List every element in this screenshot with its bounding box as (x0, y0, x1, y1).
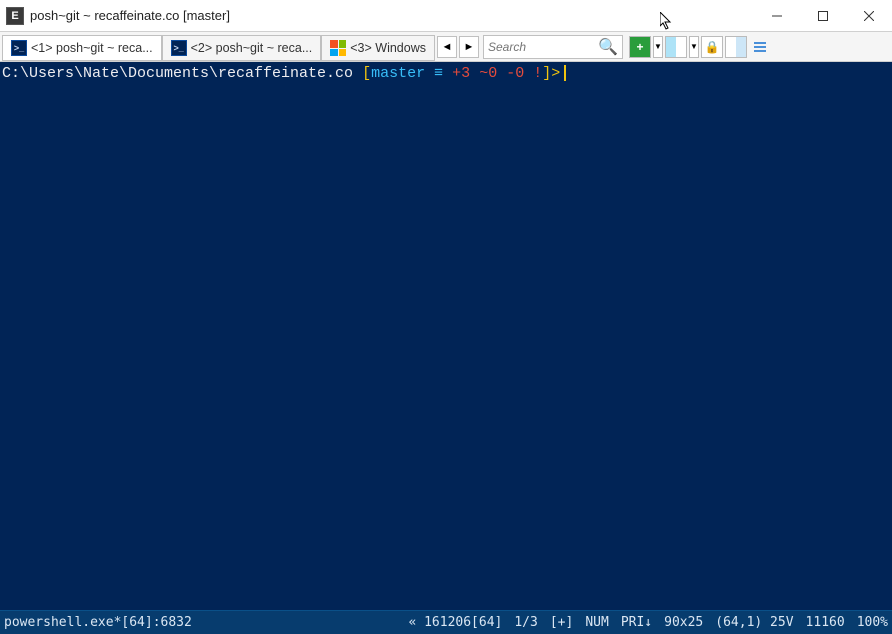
tab-scroll-right[interactable]: ► (459, 36, 479, 58)
tab-label: <2> posh~git ~ reca... (191, 41, 313, 55)
lock-button[interactable]: 🔒 (701, 36, 723, 58)
tab-scroll-left[interactable]: ◄ (437, 36, 457, 58)
status-mem: 11160 (806, 615, 845, 630)
minimize-button[interactable] (754, 0, 800, 31)
title-bar: E posh~git ~ recaffeinate.co [master] (0, 0, 892, 32)
hamburger-icon (754, 42, 766, 52)
prompt-added: +3 (452, 65, 470, 82)
menu-button[interactable] (749, 36, 771, 58)
close-button[interactable] (846, 0, 892, 31)
powershell-icon: >_ (171, 40, 187, 56)
powershell-icon: >_ (11, 40, 27, 56)
status-plus: [+] (550, 615, 573, 630)
prompt-branch: master (371, 65, 425, 82)
search-input[interactable] (488, 40, 598, 54)
status-process: powershell.exe*[64]:6832 (4, 615, 192, 630)
tab-label: <1> posh~git ~ reca... (31, 41, 153, 55)
status-bar: powershell.exe*[64]:6832 « 161206[64] 1/… (0, 610, 892, 634)
layout-button[interactable] (725, 36, 747, 58)
prompt-bang: ! (533, 65, 542, 82)
split-dropdown[interactable]: ▼ (689, 36, 699, 58)
status-pri: PRI↓ (621, 615, 652, 630)
split-button[interactable] (665, 36, 687, 58)
search-icon[interactable]: 🔍 (598, 37, 618, 57)
windows-icon (330, 40, 346, 56)
maximize-button[interactable] (800, 0, 846, 31)
prompt-modified: ~0 (479, 65, 497, 82)
prompt-bracket-close: ]> (542, 65, 560, 82)
app-icon: E (6, 7, 24, 25)
prompt-line: C:\Users\Nate\Documents\recaffeinate.co … (2, 64, 892, 84)
status-cursor: (64,1) 25V (715, 615, 793, 630)
prompt-deleted: -0 (506, 65, 524, 82)
status-build: « 161206[64] (408, 615, 502, 630)
prompt-bracket-open: [ (362, 65, 371, 82)
tab-1[interactable]: >_ <1> posh~git ~ reca... (2, 35, 162, 61)
tab-label: <3> Windows (350, 41, 426, 55)
prompt-path: C:\Users\Nate\Documents\recaffeinate.co (2, 65, 353, 82)
status-page: 1/3 (514, 615, 537, 630)
terminal-cursor (564, 65, 566, 81)
prompt-equiv: ≡ (434, 65, 443, 82)
search-box[interactable]: 🔍 (483, 35, 623, 59)
status-zoom: 100% (857, 615, 888, 630)
tab-3[interactable]: <3> Windows (321, 35, 435, 61)
new-tab-button[interactable]: + (629, 36, 651, 58)
window-title: posh~git ~ recaffeinate.co [master] (30, 8, 754, 23)
status-num: NUM (585, 615, 608, 630)
terminal-pane[interactable]: C:\Users\Nate\Documents\recaffeinate.co … (0, 62, 892, 610)
status-size: 90x25 (664, 615, 703, 630)
tab-bar: >_ <1> posh~git ~ reca... >_ <2> posh~gi… (0, 32, 892, 62)
new-tab-dropdown[interactable]: ▼ (653, 36, 663, 58)
tab-2[interactable]: >_ <2> posh~git ~ reca... (162, 35, 322, 61)
